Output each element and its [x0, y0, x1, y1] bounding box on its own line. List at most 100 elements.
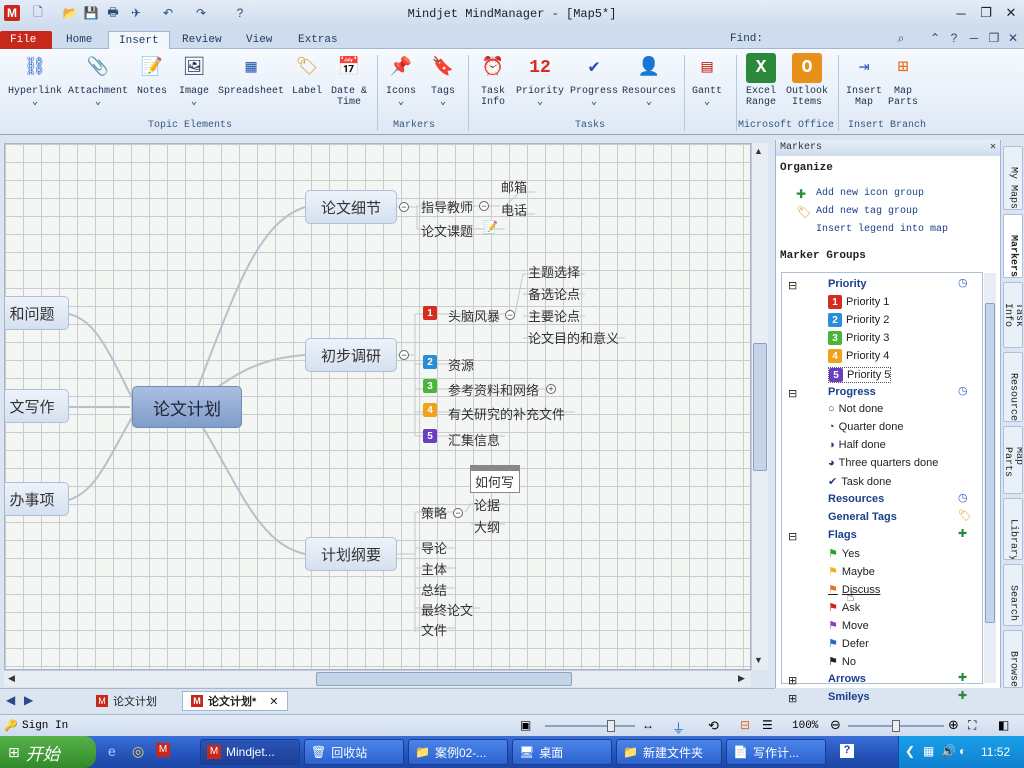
panel-close-icon[interactable]: ✕	[990, 141, 996, 153]
subtopic-arguments[interactable]: 论据	[474, 495, 500, 514]
branch-zoom-thumb[interactable]	[607, 720, 615, 732]
subtopic-phone[interactable]: 电话	[501, 200, 527, 219]
volume-icon[interactable]: 🔊	[941, 744, 956, 758]
add-icon[interactable]: ✚	[958, 689, 967, 702]
tab-extras[interactable]: Extras	[288, 31, 348, 49]
browser-icon[interactable]: ◎	[132, 743, 144, 760]
tag-icon[interactable]: 🏷	[958, 509, 972, 522]
doc-minimize-icon[interactable]: ─	[966, 30, 982, 46]
ie-icon[interactable]: e	[108, 743, 116, 759]
image-button[interactable]: 🖼 Image ⌄	[179, 53, 209, 109]
group-smileys[interactable]: Smileys	[828, 691, 870, 703]
subtopic-supplementary[interactable]: 有关研究的补充文件	[448, 404, 565, 423]
left-topic-3[interactable]: 办事项	[5, 482, 69, 516]
vertical-scrollbar[interactable]: ▲ ▼	[751, 143, 768, 670]
collapse-ribbon-icon[interactable]: ⌃	[927, 30, 943, 46]
subtopic-resources[interactable]: 资源	[448, 355, 474, 374]
collapse-icon[interactable]: −	[453, 508, 463, 518]
expand-width-icon[interactable]: ↔	[642, 718, 654, 732]
horizontal-scroll-thumb[interactable]	[316, 672, 572, 686]
insert-legend-link[interactable]: Insert legend into map	[816, 224, 948, 235]
arrows-group-toggle-icon[interactable]: ⊞	[788, 674, 797, 687]
sidetab-map-parts[interactable]: Map Parts	[1003, 426, 1023, 494]
add-icon-group-link[interactable]: Add new icon group	[816, 188, 924, 199]
left-topic-2[interactable]: 文写作	[5, 389, 69, 423]
start-button[interactable]: ⊞ 开始	[0, 736, 96, 768]
flag-defer[interactable]: ⚑ Defer	[828, 637, 869, 651]
collapse-icon[interactable]: −	[505, 310, 515, 320]
notes-button[interactable]: 📝 Notes	[137, 53, 167, 98]
doc-tab-1[interactable]: M 论文计划	[88, 691, 165, 711]
subtopic-final-paper[interactable]: 最终论文	[421, 600, 473, 619]
sidetab-resources[interactable]: Resources	[1003, 352, 1023, 422]
add-tag-group-link[interactable]: Add new tag group	[816, 206, 918, 217]
zoom-slider[interactable]	[848, 720, 944, 732]
subtopic-email[interactable]: 邮箱	[501, 177, 527, 196]
priority-button[interactable]: 12 Priority ⌄	[516, 53, 564, 109]
horizontal-scrollbar[interactable]: ◀ ▶	[4, 670, 751, 687]
taskbar-writing-plan[interactable]: 📄 写作计...	[726, 739, 826, 765]
sign-in-button[interactable]: Sign In	[22, 720, 68, 732]
label-button[interactable]: 🏷 Label	[292, 53, 322, 98]
subtopic-purpose[interactable]: 论文目的和意义	[528, 328, 619, 347]
taskbar-desktop[interactable]: 🖥 桌面	[512, 739, 612, 765]
task-info-button[interactable]: ⏰ Task Info	[478, 53, 508, 109]
flags-group-toggle-icon[interactable]: ⊟	[788, 530, 797, 543]
add-icon[interactable]: ✚	[958, 527, 967, 540]
topic-initial-research[interactable]: 初步调研	[305, 338, 397, 372]
topic-paper-details[interactable]: 论文细节	[305, 190, 397, 224]
zoom-out-icon[interactable]: ⊖	[830, 717, 841, 733]
group-clock-icon[interactable]: ◷	[958, 384, 968, 397]
sidetab-library[interactable]: Library	[1003, 498, 1023, 560]
panel-scroll-thumb[interactable]	[985, 303, 995, 623]
subtopic-introduction[interactable]: 导论	[421, 538, 447, 557]
sidetab-task-info[interactable]: Task Info	[1003, 282, 1023, 348]
note-icon[interactable]: 📝	[483, 220, 498, 234]
collapse-icon[interactable]: −	[399, 350, 409, 360]
split-view-icon[interactable]: ◧	[998, 718, 1009, 732]
marker-priority-2[interactable]: 2 Priority 2	[828, 313, 889, 327]
spreadsheet-button[interactable]: ▦ Spreadsheet	[218, 53, 284, 98]
taskbar-new-folder[interactable]: 📁 新建文件夹	[616, 739, 722, 765]
tab-view[interactable]: View	[236, 31, 282, 49]
panel-scrollbar[interactable]	[984, 273, 996, 683]
outline-view-icon[interactable]: ☰	[762, 718, 773, 732]
close-tab-icon[interactable]: ✕	[269, 695, 278, 708]
hyperlink-button[interactable]: ⛓ Hyperlink ⌄	[8, 53, 62, 109]
filter-icon[interactable]: ⏚	[672, 718, 685, 737]
sidetab-my-maps[interactable]: My Maps	[1003, 146, 1023, 210]
date-time-button[interactable]: 📅 Date & Time	[331, 53, 367, 109]
help-circle-icon[interactable]: ?	[946, 30, 962, 46]
taskbar-folder-case[interactable]: 📁 案例02-...	[408, 739, 508, 765]
note-callout[interactable]: 如何写	[470, 465, 520, 493]
group-clock-icon[interactable]: ◷	[958, 491, 968, 504]
sidetab-browser[interactable]: Browser	[1003, 630, 1023, 688]
gantt-button[interactable]: ▤ Gantt ⌄	[692, 53, 722, 109]
security-icon[interactable]: ◐	[959, 744, 966, 758]
flag-no[interactable]: ⚑ No	[828, 655, 856, 669]
marker-priority-1[interactable]: 1 Priority 1	[828, 295, 889, 309]
marker-priority-3[interactable]: 3 Priority 3	[828, 331, 889, 345]
insert-map-button[interactable]: ⇥ Insert Map	[846, 53, 882, 109]
marker-half-done[interactable]: ◑ Half done	[828, 439, 886, 451]
tab-insert[interactable]: Insert	[108, 31, 170, 50]
group-flags[interactable]: Flags	[828, 529, 857, 541]
close-icon[interactable]: ✕	[1000, 4, 1022, 22]
central-topic[interactable]: 论文计划	[132, 386, 242, 428]
group-arrows[interactable]: Arrows	[828, 673, 866, 685]
expand-icon[interactable]: +	[546, 384, 556, 394]
doc-restore-icon[interactable]: ❐	[986, 30, 1002, 46]
doc-tab-2-active[interactable]: M 论文计划* ✕	[182, 691, 288, 711]
marker-task-done[interactable]: ✔ Task done	[828, 475, 891, 489]
icons-button[interactable]: 📌 Icons ⌄	[386, 53, 416, 109]
group-progress[interactable]: Progress	[828, 386, 876, 398]
subtopic-references[interactable]: 参考资料和网络	[448, 380, 539, 399]
subtopic-files[interactable]: 文件	[421, 620, 447, 639]
nav-back-icon[interactable]: ◀	[6, 693, 15, 707]
doc-close-icon[interactable]: ✕	[1005, 30, 1021, 46]
subtopic-outline[interactable]: 大纲	[474, 517, 500, 536]
map-parts-button[interactable]: ⊞ Map Parts	[888, 53, 918, 109]
marker-priority-5[interactable]: 5 Priority 5	[828, 367, 892, 383]
zoom-thumb[interactable]	[892, 720, 900, 732]
attachment-button[interactable]: 📎 Attachment ⌄	[68, 53, 128, 109]
